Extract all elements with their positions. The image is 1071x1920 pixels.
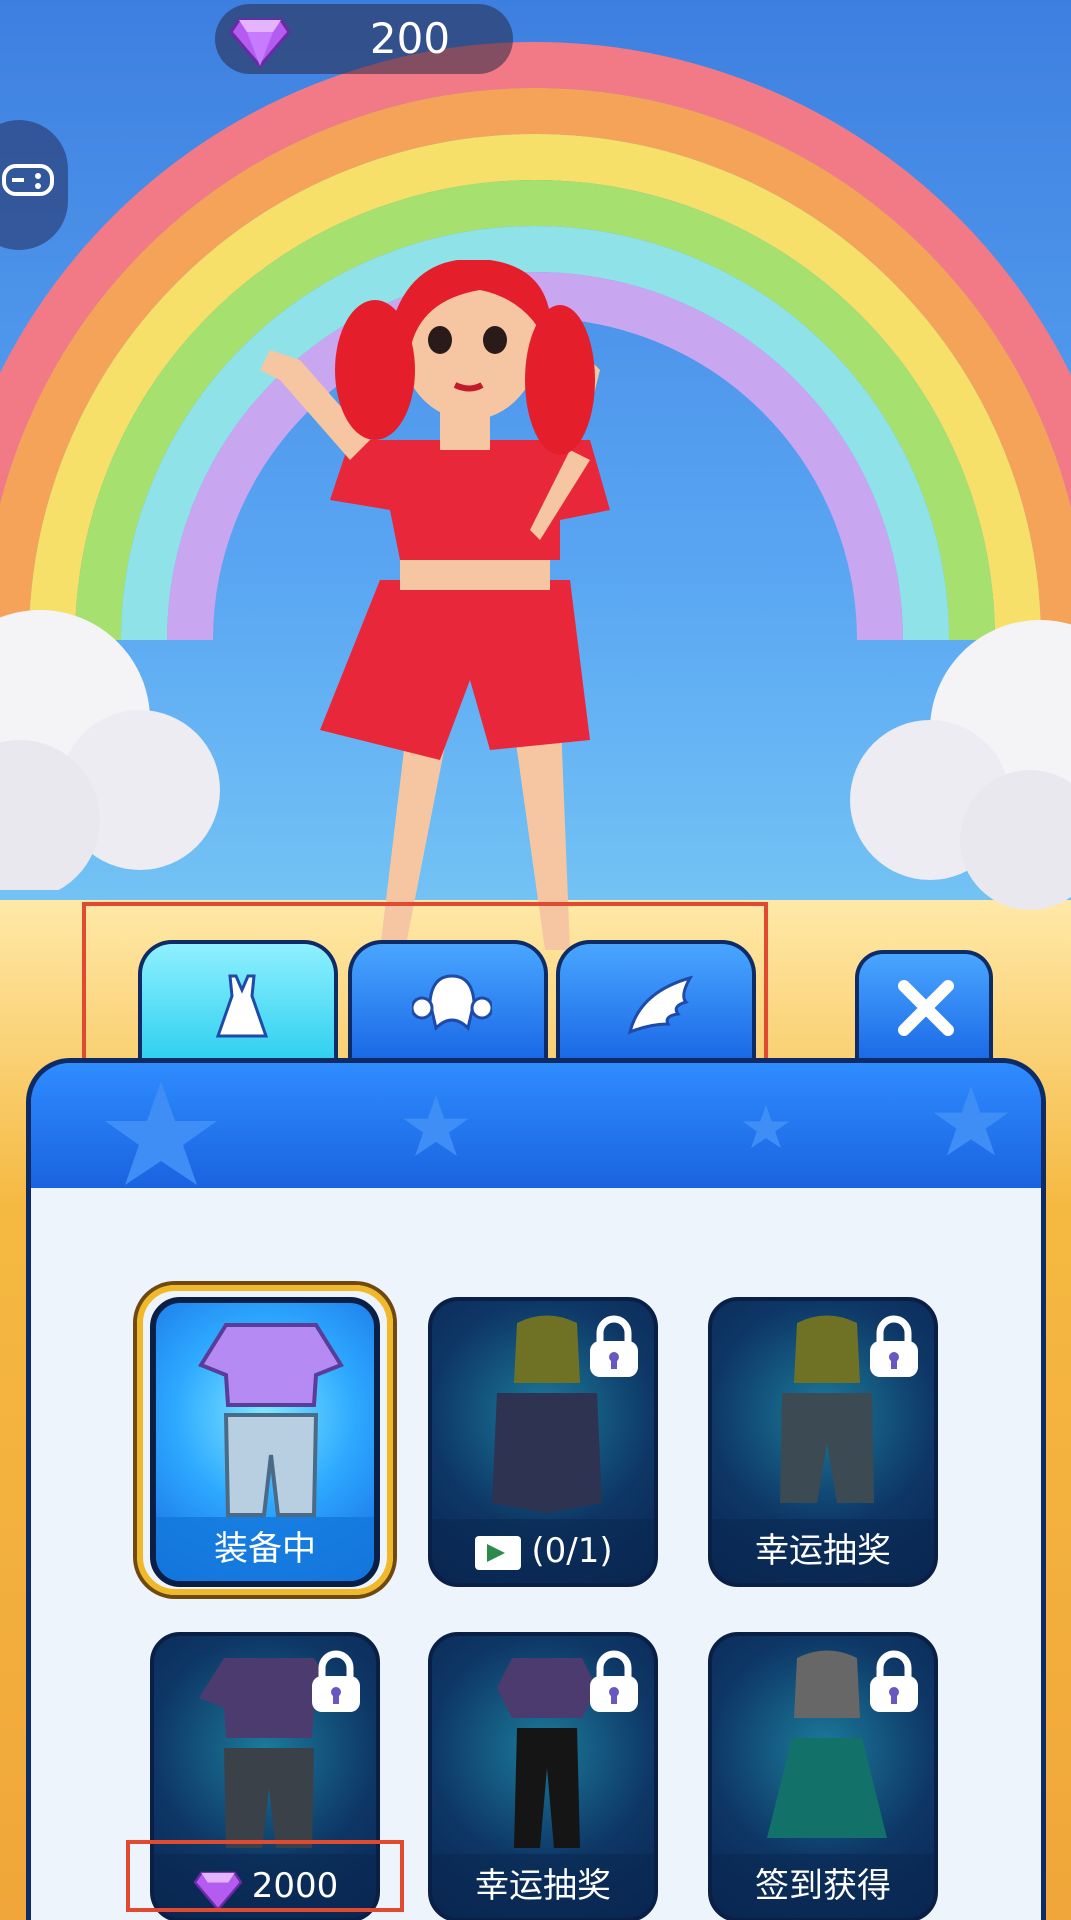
item-label-video: (0/1) bbox=[432, 1519, 654, 1583]
item-card[interactable]: 幸运抽奖 bbox=[428, 1632, 658, 1920]
star-decoration bbox=[742, 1104, 790, 1149]
item-label: 幸运抽奖 bbox=[432, 1854, 654, 1918]
cloud-right bbox=[850, 620, 1071, 910]
item-card[interactable]: (0/1) bbox=[428, 1297, 658, 1587]
panel-header bbox=[31, 1063, 1041, 1188]
lock-icon bbox=[586, 1315, 642, 1379]
star-decoration bbox=[105, 1081, 217, 1185]
item-card[interactable]: 幸运抽奖 bbox=[708, 1297, 938, 1587]
gamepad-icon bbox=[2, 164, 54, 196]
gem-count: 200 bbox=[369, 14, 451, 63]
item-label: 幸运抽奖 bbox=[712, 1519, 934, 1583]
lock-icon bbox=[866, 1315, 922, 1379]
item-card-equipped[interactable]: 装备中 bbox=[150, 1297, 380, 1587]
cloud-left bbox=[0, 610, 220, 890]
lock-icon bbox=[308, 1650, 364, 1714]
close-button[interactable] bbox=[855, 950, 993, 1062]
item-label: 装备中 bbox=[156, 1517, 374, 1581]
item-label: 签到获得 bbox=[712, 1854, 934, 1918]
outfit-icon bbox=[198, 1323, 344, 1517]
gamepad-button[interactable] bbox=[0, 120, 68, 250]
game-scene: 200 装备中 (0/1) 幸运抽奖 2000 幸运抽奖 签到获得 bbox=[0, 0, 1071, 1920]
lock-icon bbox=[866, 1650, 922, 1714]
character-avatar bbox=[260, 260, 610, 950]
gem-icon bbox=[229, 18, 291, 68]
close-icon bbox=[898, 980, 954, 1036]
video-icon bbox=[475, 1535, 522, 1570]
star-decoration bbox=[933, 1086, 1009, 1156]
star-decoration bbox=[403, 1095, 469, 1156]
item-card[interactable]: 签到获得 bbox=[708, 1632, 938, 1920]
price-highlight-box bbox=[126, 1840, 404, 1912]
gem-counter: 200 bbox=[215, 4, 513, 74]
lock-icon bbox=[586, 1650, 642, 1714]
